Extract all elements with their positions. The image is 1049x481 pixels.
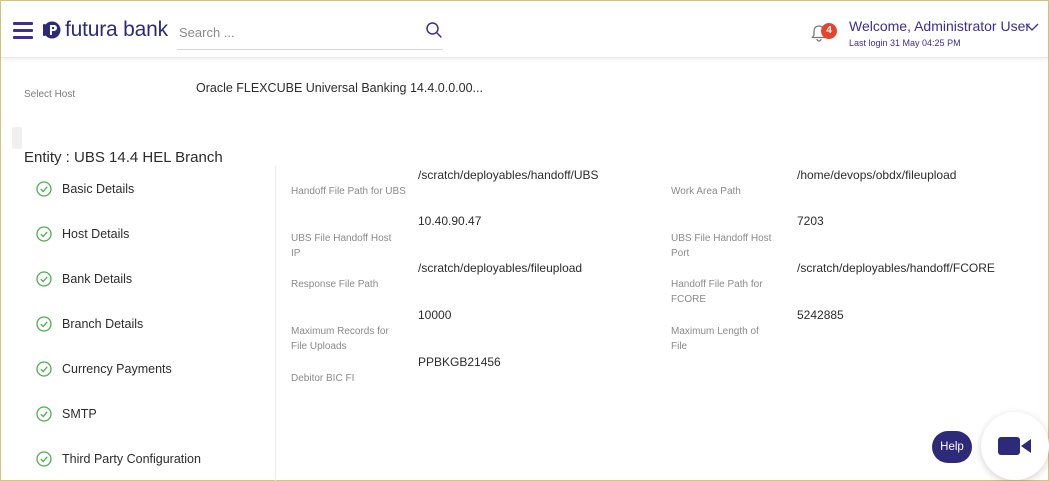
help-button[interactable]: Help <box>932 431 972 463</box>
ubs-host-ip-label: UBS File Handoff Host IP <box>291 233 392 259</box>
debitor-bic-label: Debitor BIC FI <box>291 373 355 384</box>
debitor-bic-value: PPBKGB21456 <box>418 355 501 369</box>
work-area-value: /home/devops/obdx/fileupload <box>797 168 957 182</box>
step-third-party-configuration[interactable]: Third Party Configuration <box>36 449 201 469</box>
step-bank-details[interactable]: Bank Details <box>36 269 132 289</box>
futura-logo-icon <box>43 21 61 39</box>
handoff-fcore-value: /scratch/deployables/handoff/FCORE <box>797 261 995 275</box>
max-length-label: Maximum Length of File <box>671 326 759 352</box>
top-header: futura bank 4 Welcome, Administrator Use… <box>1 1 1048 58</box>
check-circle-icon <box>36 181 52 197</box>
logo-text: futura bank <box>65 18 168 41</box>
ubs-host-port-value: 7203 <box>797 214 824 228</box>
step-label: Branch Details <box>62 317 144 331</box>
brand-logo[interactable]: futura bank <box>41 18 168 42</box>
step-smtp[interactable]: SMTP <box>36 404 97 424</box>
video-call-button[interactable] <box>981 412 1049 480</box>
last-login-text: Last login 31 May 04:25 PM <box>849 38 961 48</box>
check-circle-icon <box>36 406 52 422</box>
step-label: SMTP <box>62 407 97 421</box>
step-label: Currency Payments <box>62 362 172 376</box>
step-currency-payments[interactable]: Currency Payments <box>36 359 172 379</box>
select-host-dropdown[interactable]: Oracle FLEXCUBE Universal Banking 14.4.0… <box>196 81 483 95</box>
entity-title: Entity : UBS 14.4 HEL Branch <box>24 149 223 166</box>
step-basic-details[interactable]: Basic Details <box>36 179 134 199</box>
work-area-label: Work Area Path <box>671 186 741 197</box>
search-input[interactable] <box>177 18 407 46</box>
handoff-ubs-label: Handoff File Path for UBS <box>291 186 406 197</box>
video-camera-icon <box>998 437 1031 455</box>
max-records-label: Maximum Records for File Uploads <box>291 326 389 352</box>
max-length-value: 5242885 <box>797 308 844 322</box>
response-path-value: /scratch/deployables/fileupload <box>418 261 583 275</box>
section-divider <box>12 127 22 149</box>
search-box <box>177 18 443 50</box>
search-icon[interactable] <box>425 21 443 39</box>
hamburger-menu-icon[interactable] <box>13 22 33 39</box>
response-path-label: Response File Path <box>291 279 379 290</box>
select-host-label: Select Host <box>24 89 76 100</box>
welcome-user-menu[interactable]: Welcome, Administrator User <box>849 18 1030 34</box>
step-label: Basic Details <box>62 182 135 196</box>
step-host-details[interactable]: Host Details <box>36 224 129 244</box>
handoff-ubs-value: /scratch/deployables/handoff/UBS <box>418 168 599 182</box>
ubs-host-port-label: UBS File Handoff Host Port <box>671 233 772 259</box>
check-circle-icon <box>36 451 52 467</box>
handoff-fcore-label: Handoff File Path for FCORE <box>671 279 763 305</box>
step-branch-details[interactable]: Branch Details <box>36 314 143 334</box>
step-label: Host Details <box>62 227 130 241</box>
chevron-down-icon[interactable] <box>1025 22 1039 32</box>
step-label: Third Party Configuration <box>62 452 201 466</box>
max-records-value: 10000 <box>418 308 452 322</box>
ubs-host-ip-value: 10.40.90.47 <box>418 214 482 228</box>
check-circle-icon <box>36 361 52 377</box>
check-circle-icon <box>36 271 52 287</box>
notification-count-badge[interactable]: 4 <box>821 23 837 39</box>
wizard-steps: Basic Details Host Details Bank Details … <box>1 166 276 481</box>
check-circle-icon <box>36 226 52 242</box>
step-label: Bank Details <box>62 272 133 286</box>
check-circle-icon <box>36 316 52 332</box>
